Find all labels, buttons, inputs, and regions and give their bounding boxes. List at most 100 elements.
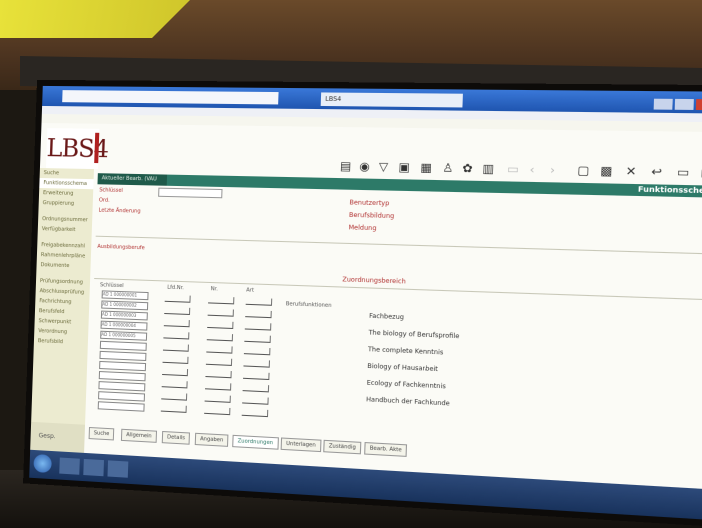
tab-data[interactable]: Angaben	[194, 432, 229, 447]
tab-assignments[interactable]: Zuordnungen	[232, 434, 279, 450]
next-icon[interactable]: ›	[550, 163, 556, 177]
user-icon[interactable]: ♙	[442, 161, 453, 175]
filter-icon[interactable]: ▽	[379, 160, 389, 174]
table-row-input[interactable]: AD 1 000000001	[101, 290, 149, 301]
info-label: Meldung	[348, 224, 377, 233]
table-row-input[interactable]	[98, 381, 146, 392]
tab-general[interactable]: Allgemein	[120, 428, 158, 443]
minimize-button[interactable]	[653, 98, 673, 110]
cell-input[interactable]	[243, 371, 270, 381]
cell-input[interactable]	[161, 380, 188, 389]
cell-input[interactable]	[206, 345, 233, 354]
cell-input[interactable]	[164, 294, 191, 303]
cell-input[interactable]	[245, 297, 273, 306]
taskbar-app-media[interactable]	[107, 460, 129, 478]
list-item[interactable]: Handbuch der Fachkunde	[366, 396, 450, 407]
list-item[interactable]: Biology of Hausarbeit	[367, 363, 438, 373]
cell-input[interactable]	[242, 383, 270, 393]
window-controls	[651, 93, 702, 111]
taskbar-app-ie[interactable]	[59, 457, 80, 475]
cell-input[interactable]	[207, 308, 234, 317]
table-row-input[interactable]: AD 1 000000004	[100, 320, 148, 331]
field-label: Schlüssel	[99, 187, 124, 194]
cell-input[interactable]	[163, 319, 190, 328]
cell-input[interactable]	[241, 408, 269, 418]
cell-input[interactable]	[204, 394, 231, 403]
print-icon[interactable]: ▤	[340, 159, 352, 173]
cell-input[interactable]	[243, 346, 271, 356]
sidebar-nav: Suche Funktionsschema Erweiterung Gruppi…	[29, 168, 94, 461]
table-row-input[interactable]	[99, 360, 147, 372]
cell-input[interactable]	[243, 359, 271, 368]
save-icon[interactable]: ▦	[420, 161, 432, 175]
table-row-input[interactable]	[97, 401, 145, 412]
maximize-button[interactable]	[674, 98, 694, 110]
monitor-screen: LBS4 LBS4 ▤ ◉ ▽ ▣ ▦ ♙ ✿ ▥ ▭ ‹ › ▢ ▩ ✕ ↩	[29, 85, 702, 520]
list-item[interactable]: Ecology of Fachkenntnis	[367, 379, 446, 390]
first-icon[interactable]: ▭	[507, 162, 519, 176]
search-icon[interactable]: ◉	[359, 160, 370, 174]
cell-input[interactable]	[205, 369, 232, 379]
cell-input[interactable]	[244, 322, 272, 331]
table-row-input[interactable]	[98, 371, 146, 382]
list-item[interactable]: The complete Kenntnis	[368, 346, 444, 357]
browser-tab[interactable]: LBS4	[320, 92, 463, 108]
info-label: Berufsbildung	[348, 211, 395, 221]
table-row-input[interactable]	[99, 340, 147, 351]
cell-input[interactable]	[242, 396, 269, 405]
sidebar-footer: Gesp.	[30, 421, 86, 453]
list-item[interactable]: The biology of Berufsprofile	[368, 329, 459, 340]
cell-input[interactable]	[162, 343, 189, 352]
list-header: Berufsfunktionen	[285, 301, 332, 310]
tab-file[interactable]: Bearb. Akte	[364, 442, 408, 457]
return-icon[interactable]: ↩	[651, 165, 662, 179]
cell-input[interactable]	[163, 331, 190, 340]
column-header: Schlüssel	[99, 282, 124, 290]
table-row-input[interactable]	[99, 350, 147, 362]
field-label: Letzte Änderung	[98, 207, 141, 215]
tab-responsible[interactable]: Zuständig	[323, 439, 362, 455]
info-label: Benutzertyp	[349, 199, 390, 208]
cell-input[interactable]	[207, 320, 234, 330]
table-row-input[interactable]: AD 1 000000002	[101, 300, 149, 311]
new-icon[interactable]: ▢	[577, 164, 589, 178]
cell-input[interactable]	[244, 334, 271, 343]
list-column-title: Fachbezug	[369, 312, 405, 322]
lock-icon[interactable]: ▣	[398, 160, 410, 174]
copy-icon[interactable]: ▥	[482, 162, 494, 176]
address-bar[interactable]	[62, 90, 279, 105]
tab-details[interactable]: Details	[161, 430, 191, 445]
cell-input[interactable]	[162, 367, 189, 377]
settings-icon[interactable]: ✿	[462, 161, 473, 175]
sidebar-item[interactable]: Dokumente	[36, 260, 90, 272]
cell-input[interactable]	[160, 404, 187, 413]
sidebar-item[interactable]: Gruppierung	[39, 198, 93, 209]
prev-icon[interactable]: ‹	[529, 163, 534, 177]
table-row-input[interactable]	[98, 391, 146, 402]
window-icon[interactable]: ▭	[677, 165, 690, 179]
start-button[interactable]	[33, 453, 52, 474]
tab-search[interactable]: Suche	[88, 426, 115, 441]
edit-icon[interactable]: ▩	[600, 164, 613, 178]
app-logo: LBS4	[45, 128, 109, 170]
footer-label: Gesp.	[38, 432, 56, 441]
cell-input[interactable]	[205, 382, 232, 391]
cell-input[interactable]	[161, 392, 188, 401]
table-row-input[interactable]: AD 1 000000003	[100, 310, 148, 321]
sidebar-item[interactable]: Berufsbild	[34, 336, 88, 348]
cell-input[interactable]	[204, 406, 231, 416]
cell-input[interactable]	[245, 309, 272, 319]
tools-icon[interactable]: ✕	[625, 164, 636, 178]
cell-input[interactable]	[206, 333, 234, 342]
cell-input[interactable]	[162, 355, 189, 364]
close-button[interactable]	[695, 99, 702, 111]
tab-documents[interactable]: Unterlagen	[280, 437, 322, 453]
column-header: Lfd.Nr.	[167, 284, 185, 292]
cell-input[interactable]	[164, 306, 191, 316]
key-input[interactable]	[158, 187, 223, 199]
cell-input[interactable]	[205, 357, 233, 366]
cell-input[interactable]	[208, 296, 235, 305]
taskbar-app-explorer[interactable]	[83, 458, 105, 477]
sidebar-item[interactable]: Verfügbarkeit	[38, 224, 92, 236]
table-row-input[interactable]: AD 1 000000005	[100, 330, 148, 341]
